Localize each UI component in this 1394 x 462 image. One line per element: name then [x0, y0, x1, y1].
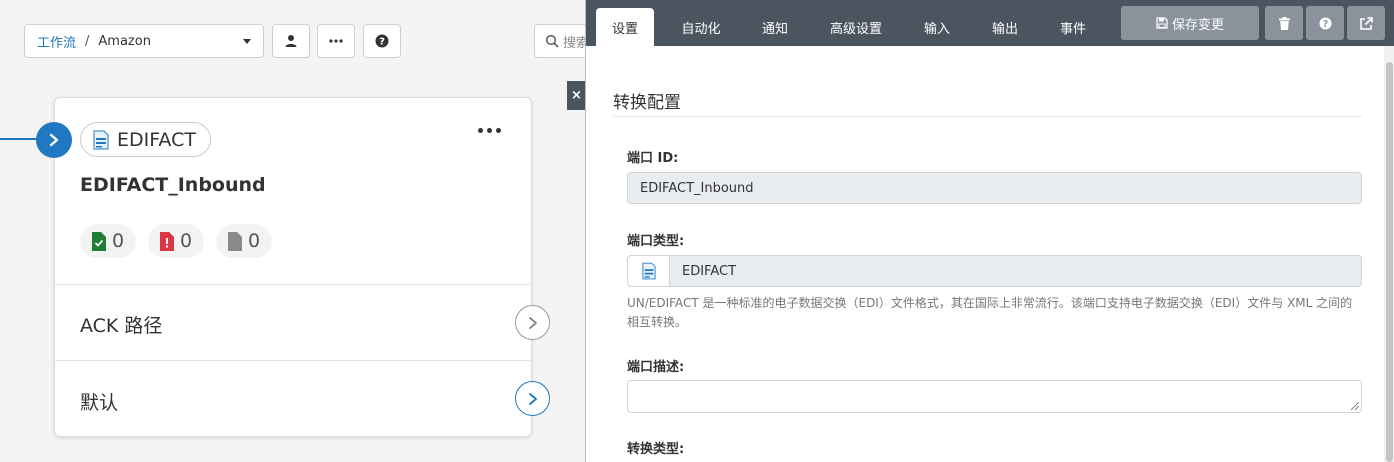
chevron-right-icon — [528, 316, 537, 329]
user-icon — [285, 35, 297, 47]
help-button[interactable]: ? — [363, 24, 401, 58]
scrollbar-thumb[interactable] — [1386, 62, 1393, 462]
close-panel-button[interactable]: × — [567, 81, 586, 110]
ellipsis-icon — [329, 39, 343, 43]
delete-button[interactable] — [1265, 6, 1303, 40]
svg-text:?: ? — [1322, 19, 1328, 30]
stat-error-count: 0 — [180, 230, 193, 252]
port-id-value: EDIFACT_Inbound — [640, 180, 754, 196]
node-name: EDIFACT_Inbound — [80, 174, 266, 196]
trash-icon — [1278, 16, 1290, 30]
save-label: 保存变更 — [1171, 17, 1224, 33]
help-icon: ? — [375, 34, 389, 48]
panel-scrollbar[interactable] — [1384, 46, 1394, 462]
help-icon: ? — [1319, 17, 1331, 30]
route-default-output-button[interactable] — [515, 381, 550, 416]
floppy-disk-icon — [1156, 17, 1168, 29]
route-ack-output-button[interactable] — [515, 305, 550, 340]
node-type-label: EDIFACT — [117, 128, 196, 151]
route-label-default: 默认 — [80, 392, 119, 414]
stat-error[interactable]: 0 — [148, 224, 205, 258]
user-button[interactable] — [272, 24, 310, 58]
file-error-icon — [160, 231, 174, 251]
convert-type-label: 转换类型: — [627, 442, 685, 457]
tab-events[interactable]: 事件 — [1044, 8, 1102, 46]
external-link-icon — [1359, 16, 1373, 30]
more-options-button[interactable] — [317, 24, 355, 58]
stat-success[interactable]: 0 — [80, 224, 137, 258]
tab-settings[interactable]: 设置 — [596, 8, 654, 46]
breadcrumb-link-workflow[interactable]: 工作流 — [37, 32, 76, 51]
chevron-down-icon — [243, 39, 251, 44]
edi-file-icon — [641, 262, 656, 280]
tab-notifications[interactable]: 通知 — [746, 8, 804, 46]
save-changes-button[interactable]: 保存变更 — [1121, 6, 1259, 40]
port-id-field[interactable]: EDIFACT_Inbound — [627, 172, 1362, 204]
breadcrumb-separator: / — [85, 33, 90, 49]
port-id-label: 端口 ID: — [627, 151, 679, 166]
chevron-right-icon — [528, 392, 537, 405]
stat-pending[interactable]: 0 — [216, 224, 273, 258]
node-menu-icon[interactable] — [478, 128, 501, 133]
resize-handle-icon[interactable] — [1351, 402, 1359, 410]
tab-automation[interactable]: 自动化 — [668, 8, 734, 46]
input-port-button[interactable] — [36, 122, 72, 158]
open-external-button[interactable] — [1347, 6, 1385, 40]
file-icon — [228, 231, 242, 251]
port-type-value: EDIFACT — [682, 263, 737, 279]
port-desc-textarea[interactable] — [627, 380, 1362, 413]
search-icon — [545, 34, 559, 48]
file-check-icon — [92, 231, 106, 251]
node-type-badge: EDIFACT — [80, 122, 211, 157]
card-divider — [55, 284, 531, 285]
section-divider — [613, 116, 1362, 117]
port-type-label: 端口类型: — [627, 234, 685, 249]
stat-pending-count: 0 — [248, 230, 261, 252]
edifact-node-card[interactable]: EDIFACT EDIFACT_Inbound 0 0 0 ACK 路径 默认 — [54, 97, 550, 437]
section-title: 转换配置 — [613, 93, 681, 113]
tab-advanced-settings[interactable]: 高级设置 — [814, 8, 898, 46]
panel-tabbar: 设置 自动化 通知 高级设置 输入 输出 事件 保存变更 ? — [586, 0, 1394, 46]
edi-file-icon — [93, 130, 109, 149]
chevron-right-icon — [49, 133, 59, 147]
workflow-breadcrumb-select[interactable]: 工作流 / Amazon — [24, 24, 264, 58]
tab-output[interactable]: 输出 — [976, 8, 1034, 46]
breadcrumb-current: Amazon — [98, 33, 151, 49]
route-label-ack: ACK 路径 — [80, 315, 163, 337]
port-type-help: UN/EDIFACT 是一种标准的电子数据交换（EDI）文件格式，其在国际上非常… — [627, 296, 1353, 329]
svg-text:?: ? — [379, 37, 385, 48]
stat-success-count: 0 — [112, 230, 125, 252]
port-type-field[interactable]: EDIFACT — [627, 255, 1362, 287]
settings-panel: 设置 自动化 通知 高级设置 输入 输出 事件 保存变更 ? 转换配置 端口 I… — [585, 0, 1394, 462]
tab-input[interactable]: 输入 — [908, 8, 966, 46]
card-divider — [55, 360, 531, 361]
port-type-prefix — [628, 256, 670, 286]
panel-help-button[interactable]: ? — [1306, 6, 1344, 40]
connection-wire — [0, 138, 38, 140]
port-desc-label: 端口描述: — [627, 360, 685, 375]
